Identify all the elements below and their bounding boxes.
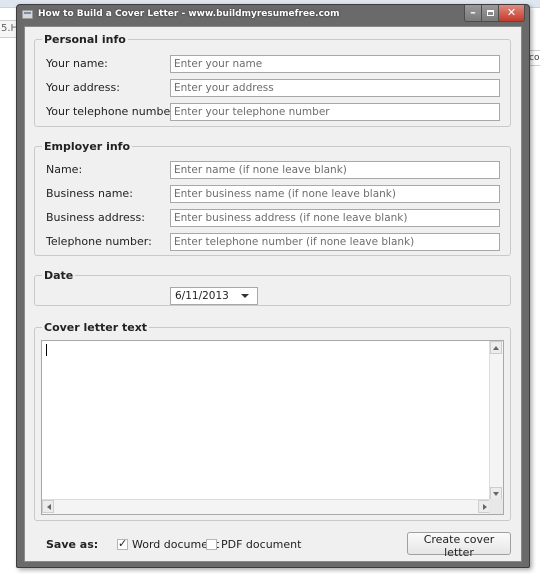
text-cursor [46,344,47,356]
business-name-input[interactable] [170,185,500,203]
chevron-down-icon[interactable] [241,294,249,298]
close-button[interactable]: ✕ [499,5,525,22]
scrollbar-corner [489,499,503,514]
business-address-input[interactable] [170,209,500,227]
employer-name-input[interactable] [170,161,500,179]
arrow-up-icon [493,346,499,350]
title-bar[interactable]: How to Build a Cover Letter - www.buildm… [17,5,529,25]
date-value: 6/11/2013 [175,290,229,302]
close-icon: ✕ [506,6,517,19]
app-window-icon [22,10,33,19]
employer-info-group: Employer info Name: Business name: Busin… [34,140,511,256]
your-name-input[interactable] [170,55,500,73]
cover-letter-legend: Cover letter text [44,321,148,334]
arrow-down-icon [493,492,499,496]
cover-letter-group: Cover letter text [34,321,511,521]
window-title: How to Build a Cover Letter - www.buildm… [38,9,340,19]
checkbox-unchecked-icon[interactable] [206,539,217,550]
your-telephone-label: Your telephone number: [46,105,179,118]
date-picker[interactable]: 6/11/2013 [170,287,258,305]
employer-info-legend: Employer info [44,140,131,153]
pdf-document-label: PDF document [221,538,302,551]
window-controls: – ✕ [464,5,525,22]
your-address-label: Your address: [46,81,120,94]
cover-letter-textarea[interactable] [41,340,504,515]
date-group: Date 6/11/2013 [34,269,511,306]
personal-info-group: Personal info Your name: Your address: Y… [34,33,511,127]
create-cover-letter-button[interactable]: Create cover letter [407,532,511,559]
maximize-button[interactable] [482,5,499,22]
your-name-label: Your name: [46,57,108,70]
employer-name-label: Name: [46,163,83,176]
telephone-number-input[interactable] [170,233,500,251]
minimize-icon: – [470,6,476,19]
your-address-input[interactable] [170,79,500,97]
vertical-scrollbar[interactable] [489,341,503,500]
cover-letter-window: How to Build a Cover Letter - www.buildm… [16,4,530,568]
window-client-area: Personal info Your name: Your address: Y… [24,26,522,562]
personal-info-legend: Personal info [44,33,126,46]
your-telephone-input[interactable] [170,103,500,121]
arrow-right-icon [483,504,487,510]
scroll-up-button[interactable] [490,341,502,354]
arrow-left-icon [47,504,51,510]
scroll-left-button[interactable] [42,500,54,513]
save-as-label: Save as: [46,538,99,551]
date-legend: Date [44,269,74,282]
horizontal-scrollbar[interactable] [42,499,490,514]
checkbox-checked-icon[interactable] [117,537,128,550]
business-name-label: Business name: [46,187,133,200]
business-address-label: Business address: [46,211,145,224]
pdf-document-checkbox[interactable]: PDF document [206,538,301,552]
word-document-checkbox[interactable]: Word document [117,537,219,552]
maximize-icon [486,10,494,16]
telephone-number-label: Telephone number: [46,235,152,248]
minimize-button[interactable]: – [464,5,482,22]
